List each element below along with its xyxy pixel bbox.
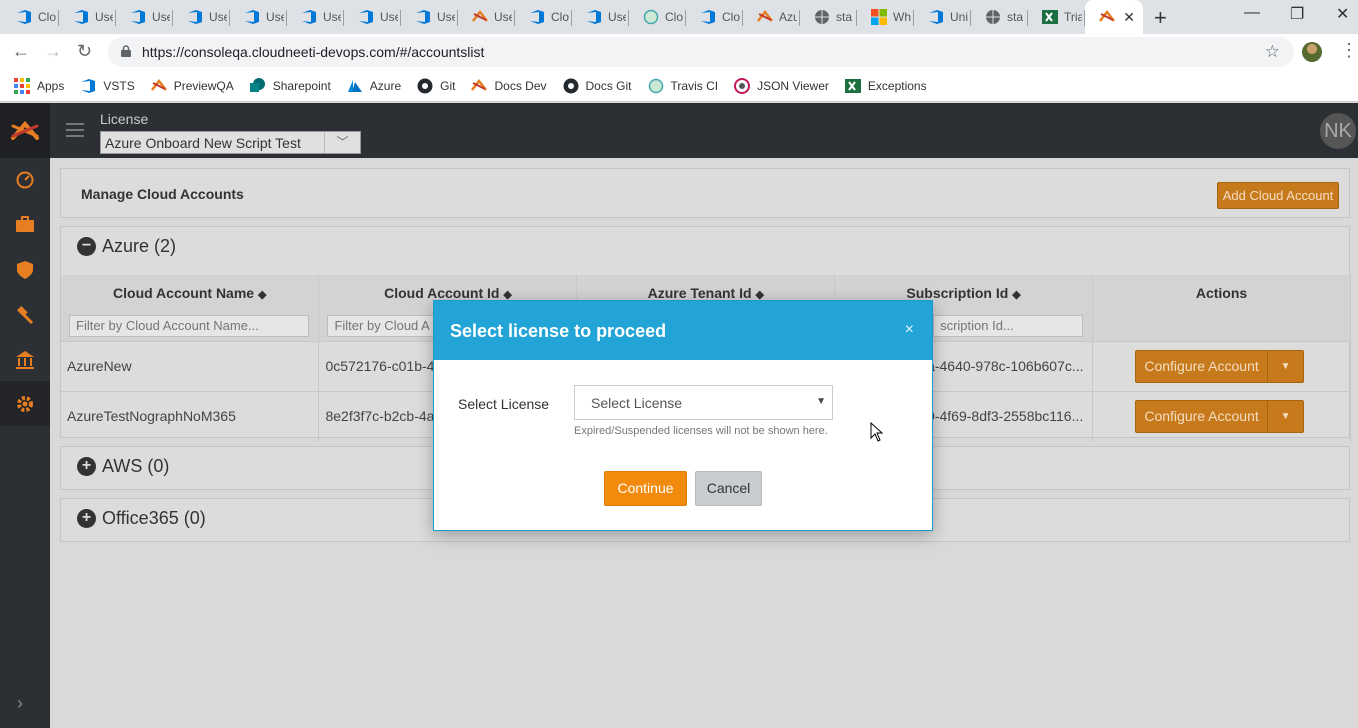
select-license-dropdown[interactable]: Select License ▼ (574, 385, 833, 420)
caret-down-icon: ▼ (816, 396, 826, 407)
close-icon[interactable]: × (905, 321, 914, 339)
select-license-label: Select License (458, 396, 550, 412)
select-license-modal: Select license to proceed × Select Licen… (433, 300, 933, 531)
license-hint-text: Expired/Suspended licenses will not be s… (574, 425, 828, 437)
continue-button[interactable]: Continue (604, 471, 687, 506)
cancel-button[interactable]: Cancel (695, 471, 762, 506)
select-license-value: Select License (591, 395, 683, 411)
modal-header: Select license to proceed × (434, 301, 932, 360)
modal-title: Select license to proceed (450, 321, 667, 341)
mouse-cursor-icon (870, 422, 884, 442)
